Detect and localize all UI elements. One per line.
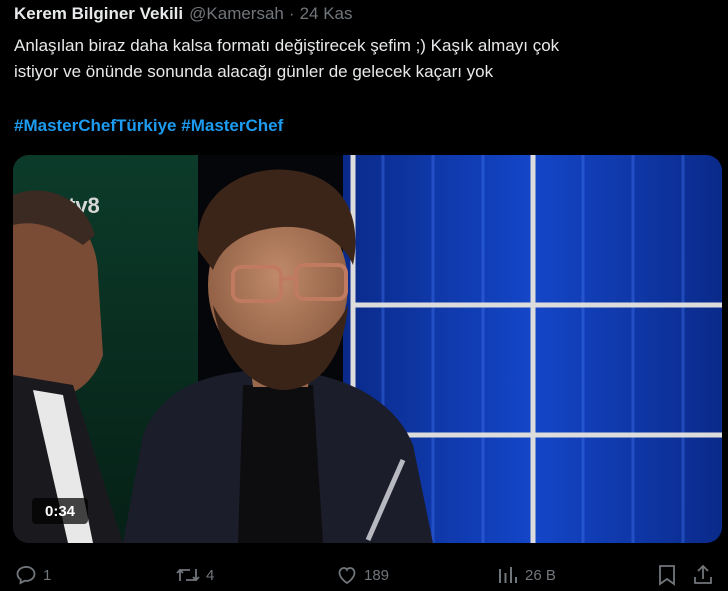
author-name[interactable]: Kerem Bilginer Vekili xyxy=(14,4,183,24)
views-icon xyxy=(496,563,520,587)
video-thumbnail[interactable]: tv8 xyxy=(13,155,722,543)
tweet-text: Anlaşılan biraz daha kalsa formatı değiş… xyxy=(14,33,714,85)
retweet-button[interactable]: 4 xyxy=(175,560,214,590)
video-frame-illustration: tv8 xyxy=(13,155,722,543)
tweet-actions: 1 4 189 26 B xyxy=(0,560,728,590)
retweet-icon xyxy=(175,563,201,587)
share-icon xyxy=(691,563,715,587)
views-count: 26 B xyxy=(525,566,556,584)
hashtag-masterchef[interactable]: #MasterChef xyxy=(181,116,283,135)
like-icon xyxy=(335,563,359,587)
like-button[interactable]: 189 xyxy=(335,560,389,590)
tweet-text-line-2: istiyor ve önünde sonunda alacağı günler… xyxy=(14,62,494,81)
hashtag-masterchef-turkiye[interactable]: #MasterChefTürkiye xyxy=(14,116,177,135)
like-count: 189 xyxy=(364,566,390,584)
hashtags: #MasterChefTürkiye #MasterChef xyxy=(14,113,283,139)
tweet-timestamp[interactable]: 24 Kas xyxy=(300,4,353,24)
tweet-header: Kerem Bilginer Vekili @Kamersah · 24 Kas xyxy=(14,3,353,25)
video-duration-badge: 0:34 xyxy=(32,498,88,524)
bookmark-icon xyxy=(656,563,678,587)
reply-icon xyxy=(14,563,38,587)
separator-dot: · xyxy=(288,4,295,23)
author-handle[interactable]: @Kamersah xyxy=(189,4,284,24)
reply-count: 1 xyxy=(43,566,52,584)
retweet-count: 4 xyxy=(206,566,215,584)
bookmark-button[interactable] xyxy=(656,560,678,590)
reply-button[interactable]: 1 xyxy=(14,560,51,590)
tweet-text-line-1: Anlaşılan biraz daha kalsa formatı değiş… xyxy=(14,36,560,55)
share-button[interactable] xyxy=(691,560,715,590)
views-button[interactable]: 26 B xyxy=(496,560,556,590)
